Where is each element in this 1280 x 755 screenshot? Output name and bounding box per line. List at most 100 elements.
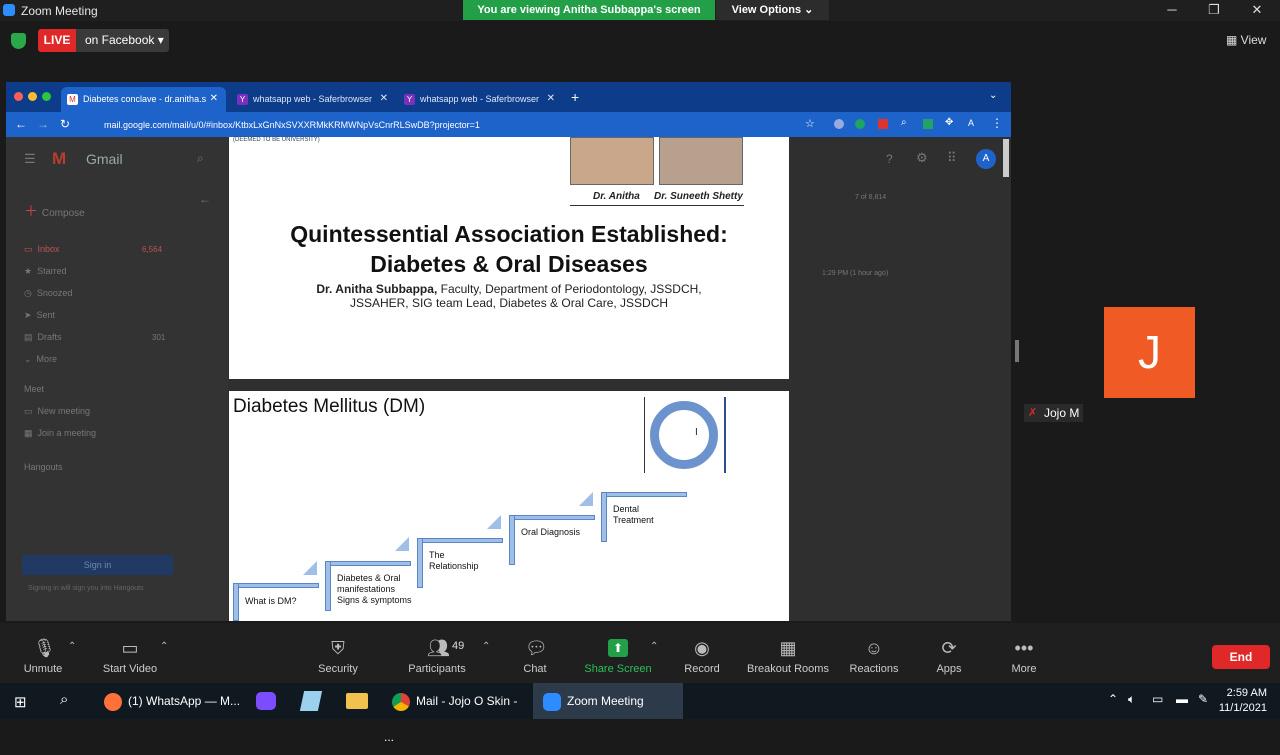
taskbar-clock[interactable]: 2:59 AM 11/1/2021 [1212,686,1267,716]
step-arrow-icon [303,561,317,575]
browser-tab-active[interactable]: M Diabetes conclave - dr.anitha.s ✕ [61,87,226,112]
drafts-label: Drafts [37,332,62,342]
caption-divider [570,205,744,206]
volume-icon[interactable]: 🔈︎ [1128,692,1135,707]
yahoo-favicon-icon: Y [237,94,248,105]
extension-icon[interactable] [923,119,933,129]
reload-icon[interactable]: ↻ [60,117,70,131]
tray-chevron-icon[interactable]: ⌃ [1108,692,1118,706]
menu-kebab-icon[interactable]: ⋮ [991,116,1003,130]
audio-options-caret-icon[interactable]: ⌃ [68,641,76,652]
sidebar-item-inbox[interactable]: ▭ Inbox [24,244,60,255]
sign-in-button[interactable]: Sign in [22,555,173,575]
back-icon[interactable]: ← [199,192,211,206]
windows-start-icon[interactable]: ⊞ [14,693,27,711]
restore-icon[interactable]: ❐ [1199,2,1229,18]
sidebar-item-snoozed[interactable]: ◷ Snoozed [24,288,72,299]
taskbar-chrome-mail[interactable]: Mail - Jojo O Skin - ... [384,683,530,744]
close-dot-icon[interactable] [14,92,23,101]
minimize-icon[interactable]: ─ [1157,2,1187,17]
back-arrow-icon[interactable]: ← [15,117,27,131]
view-options-button[interactable]: View Options ⌄ [716,0,829,20]
tab-close-icon[interactable]: ✕ [380,87,388,111]
search-extension-icon[interactable]: ⌕ [901,117,907,128]
compose-button[interactable]: ＋ Compose [24,201,85,221]
extension-icon[interactable] [878,119,888,129]
breakout-label: Breakout Rooms [747,663,829,675]
battery-icon[interactable]: ▬ [1176,692,1188,706]
speaker-photo [659,137,743,185]
record-button[interactable]: ◉ Record [680,623,724,683]
taskbar-label: Zoom Meeting [567,694,644,708]
sidebar-item-drafts[interactable]: ▤ Drafts [24,332,62,343]
zoom-title-bar: Zoom Meeting You are viewing Anitha Subb… [0,0,1280,21]
hamburger-icon[interactable]: ☰ [24,151,36,167]
share-arrow-icon: ⬆ [608,639,628,657]
profile-icon[interactable]: A [968,118,974,128]
search-icon[interactable]: ⌕ [60,691,68,708]
security-label: Security [318,663,358,675]
reactions-button[interactable]: ☺ Reactions [846,623,902,683]
scrollbar[interactable] [1003,139,1009,177]
share-options-caret-icon[interactable]: ⌃ [650,641,658,652]
account-avatar[interactable]: A [976,149,996,169]
tab-close-icon[interactable]: ✕ [547,87,555,111]
taskbar-zoom-meeting[interactable]: Zoom Meeting [533,683,683,719]
settings-gear-icon[interactable]: ⚙ [916,150,928,166]
end-meeting-button[interactable]: End [1212,645,1270,669]
more-button[interactable]: ••• More [1004,623,1044,683]
sidebar-item-sent[interactable]: ➤ Sent [24,310,55,321]
live-destination-dropdown[interactable]: on Facebook ▾ [76,29,169,52]
tab-search-chevron-icon[interactable]: ⌄ [989,90,997,101]
new-tab-icon[interactable]: + [571,89,579,105]
search-icon[interactable]: ⌕ [197,151,204,166]
view-layout-button[interactable]: ▦ View [1226,33,1266,47]
messenger-app-icon[interactable] [256,692,276,710]
help-icon[interactable]: ? [886,152,893,166]
muted-microphone-icon: 🎙︎ [33,638,56,658]
start-video-button[interactable]: ▭ Start Video [98,623,162,683]
url-field[interactable]: mail.google.com/mail/u/0/#inbox/KtbxLxGn… [84,117,824,133]
join-meeting-link[interactable]: ▦ Join a meeting [24,428,96,439]
security-button[interactable]: ⛨ Security [312,623,364,683]
unmute-button[interactable]: 🎙︎ Unmute [18,623,68,683]
maximize-dot-icon[interactable] [42,92,51,101]
minimize-dot-icon[interactable] [28,92,37,101]
tab-close-icon[interactable]: ✕ [210,87,218,111]
breakout-rooms-button[interactable]: ▦ Breakout Rooms [744,623,832,683]
notes-app-icon[interactable] [299,691,323,711]
security-shield-icon [11,33,26,49]
puzzle-icon[interactable]: ✥ [945,117,953,128]
gmail-logo-text: Gmail [86,151,123,167]
grammarly-icon[interactable] [855,119,865,129]
participants-button[interactable]: 👥︎ Participants [404,623,470,683]
bookmark-star-icon[interactable]: ☆ [805,117,815,130]
file-explorer-icon[interactable] [346,693,368,709]
browser-tab[interactable]: Y whatsapp web - Saferbrowser ✕ [231,87,396,112]
share-screen-button[interactable]: ⬆ Share Screen [582,623,654,683]
inbox-label: Inbox [37,244,60,254]
close-icon[interactable]: ✕ [1242,2,1272,18]
panel-resize-handle[interactable] [1015,340,1019,362]
apps-button[interactable]: ⟳ Apps [928,623,970,683]
participants-options-caret-icon[interactable]: ⌃ [482,641,490,652]
forward-arrow-icon[interactable]: → [37,117,49,131]
extension-icon[interactable] [834,119,844,129]
apps-grid-icon[interactable]: ⠿ [947,150,957,166]
pager-text: 7 of 8,814 [855,194,887,201]
clock-time: 2:59 AM [1226,687,1267,699]
grid-icon: ▦ [1226,33,1241,47]
sidebar-item-more[interactable]: ⌄ More [24,354,57,365]
step-arrow-icon [395,537,409,551]
chat-button[interactable]: 💬︎ Chat [515,623,555,683]
video-options-caret-icon[interactable]: ⌃ [160,641,168,652]
share-screen-label: Share Screen [584,663,652,675]
network-icon[interactable]: ▭ [1152,692,1163,706]
pen-icon[interactable]: ✎ [1198,692,1208,706]
reactions-label: Reactions [849,663,899,675]
starred-label: Starred [37,266,67,276]
sidebar-item-starred[interactable]: ★ Starred [24,266,67,277]
taskbar-firefox-whatsapp[interactable]: (1) WhatsApp — M... [94,683,242,719]
new-meeting-link[interactable]: ▭ New meeting [24,406,90,417]
browser-tab[interactable]: Y whatsapp web - Saferbrowser ✕ [398,87,563,112]
